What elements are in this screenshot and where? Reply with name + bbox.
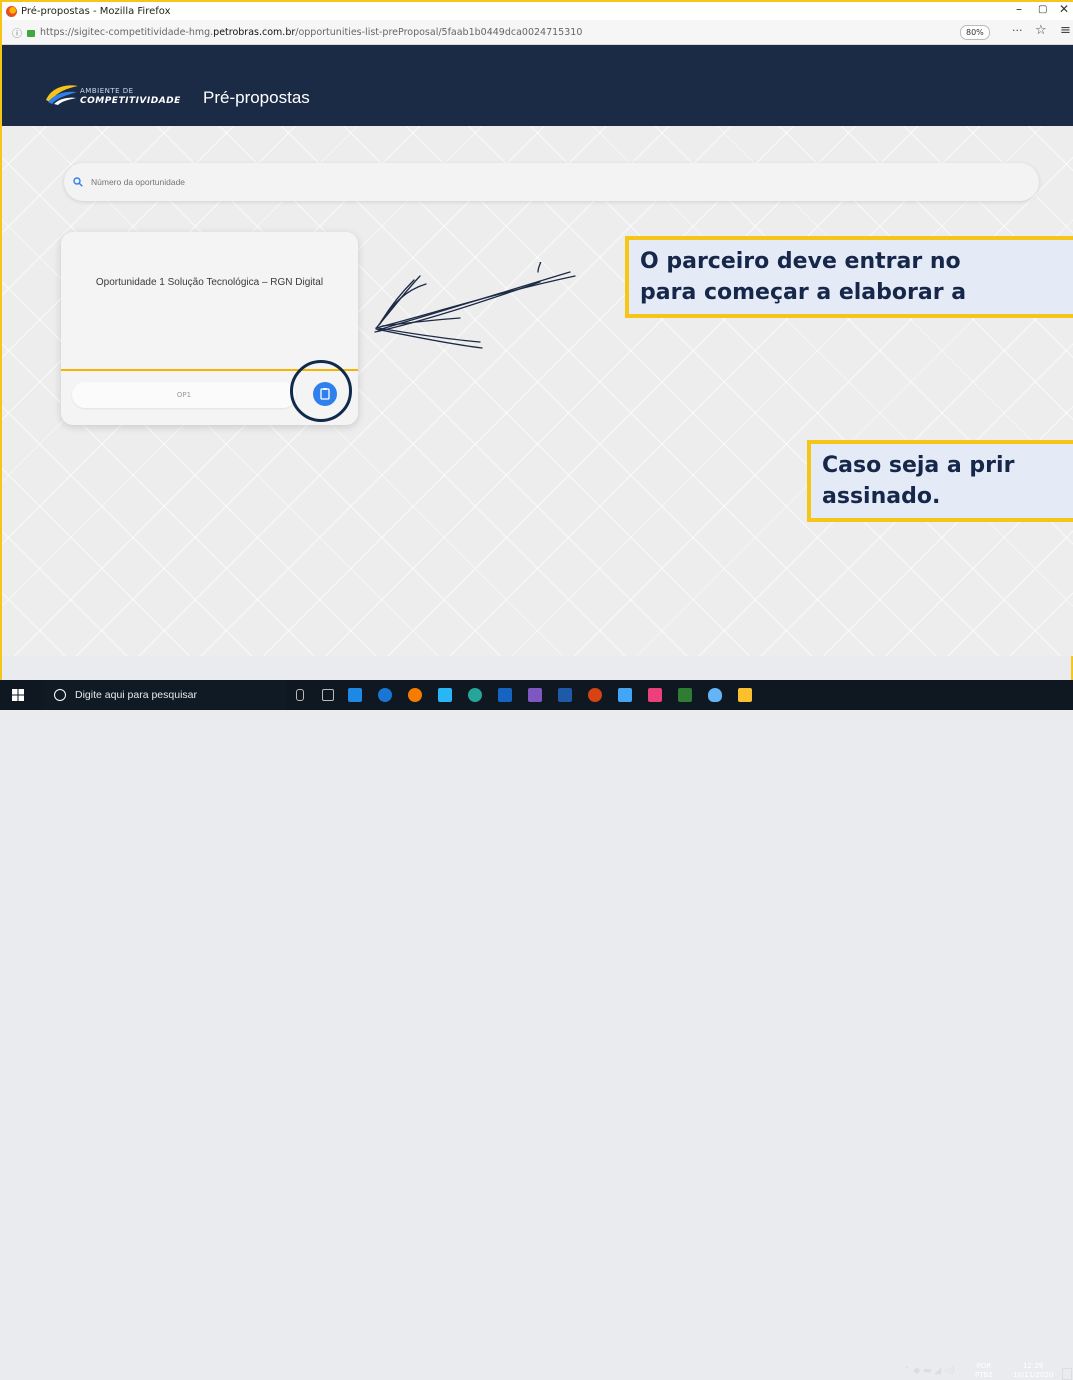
language-indicator[interactable]: POR PTB2 (975, 1362, 993, 1380)
system-tray-icons[interactable]: ⌃ ◆ ▬ ◢ ◁) (903, 1366, 955, 1376)
search-icon (73, 177, 83, 187)
zoom-indicator[interactable]: 80% (960, 25, 990, 40)
browser-icon[interactable] (468, 688, 482, 702)
callout-1-line2: para começar a elaborar a (640, 280, 967, 305)
annotation-arrow-icon (374, 262, 576, 349)
windows-start-icon[interactable] (12, 689, 24, 701)
logo-line1: AMBIENTE DE (80, 87, 134, 95)
taskbar-search-placeholder: Digite aqui para pesquisar (75, 689, 197, 701)
window-titlebar: Pré-propostas - Mozilla Firefox – ▢ ✕ (2, 2, 1073, 20)
teams-icon[interactable] (528, 688, 542, 702)
competitividade-logo-icon[interactable] (44, 82, 80, 106)
language-code: POR (976, 1362, 992, 1370)
clock-time: 12:29 (1023, 1362, 1044, 1370)
app-icon[interactable] (648, 688, 662, 702)
windows-taskbar: Digite aqui para pesquisar ⌃ ◆ ▬ ◢ ◁) PO… (0, 680, 1073, 1380)
opportunity-code: OP1 (72, 382, 296, 408)
store-icon[interactable] (438, 688, 452, 702)
powerpoint-icon[interactable] (588, 688, 602, 702)
keyboard-layout: PTB2 (975, 1371, 993, 1379)
drop-icon[interactable] (708, 688, 722, 702)
lock-icon[interactable] (27, 29, 35, 37)
page-actions-icon[interactable]: ··· (1012, 24, 1023, 37)
highlight-circle (290, 360, 352, 422)
outlook-icon[interactable] (498, 688, 512, 702)
taskbar-search[interactable]: Digite aqui para pesquisar (44, 680, 286, 710)
edge-icon[interactable] (378, 688, 392, 702)
url-prefix[interactable]: https://sigitec-competitividade-hmg. (40, 27, 213, 38)
address-bar[interactable]: ⓘ https://sigitec-competitividade-hmg. pe… (2, 20, 1073, 45)
firefox-icon (6, 5, 17, 17)
instruction-callout-2: Caso seja a prir assinado. (807, 440, 1073, 522)
clock-date: 10/11/2020 (1013, 1371, 1054, 1379)
url-host[interactable]: petrobras.com.br (213, 27, 295, 38)
instruction-callout-1: O parceiro deve entrar no para começar a… (625, 236, 1073, 318)
excel-icon[interactable] (678, 688, 692, 702)
callout-1-line1: O parceiro deve entrar no (640, 249, 961, 274)
header-top-band (2, 45, 1073, 72)
task-view-icon[interactable] (322, 689, 334, 701)
search-input[interactable] (89, 176, 693, 188)
skype-icon[interactable] (348, 688, 362, 702)
bookmark-star-icon[interactable]: ☆ (1035, 23, 1047, 38)
clock[interactable]: 12:29 10/11/2020 (1013, 1362, 1053, 1380)
callout-2-line1: Caso seja a prir (822, 453, 1015, 478)
cortana-icon (54, 689, 66, 701)
word-icon[interactable] (558, 688, 572, 702)
sticky-notes-icon[interactable] (738, 688, 752, 702)
search-bar[interactable] (64, 163, 1039, 201)
info-icon[interactable]: ⓘ (12, 25, 22, 40)
opportunity-title: Oportunidade 1 Solução Tecnológica – RGN… (95, 277, 324, 288)
firefox-taskbar-icon[interactable] (408, 688, 422, 702)
minimize-button[interactable]: – (1016, 2, 1022, 16)
maximize-button[interactable]: ▢ (1038, 4, 1047, 15)
callout-2-line2: assinado. (822, 484, 941, 509)
close-button[interactable]: ✕ (1059, 2, 1069, 16)
notifications-icon[interactable] (1062, 1368, 1072, 1380)
hamburger-menu-icon[interactable]: ≡ (1060, 23, 1071, 38)
opportunity-card[interactable]: Oportunidade 1 Solução Tecnológica – RGN… (61, 232, 358, 425)
page-title: Pré-propostas (203, 88, 310, 107)
logo-line2: COMPETITIVIDADE (80, 96, 181, 106)
calculator-icon[interactable] (618, 688, 632, 702)
microphone-icon[interactable] (296, 689, 304, 701)
window-title: Pré-propostas - Mozilla Firefox (21, 5, 171, 17)
url-path[interactable]: /opportunities-list-preProposal/5faab1b0… (295, 27, 582, 38)
